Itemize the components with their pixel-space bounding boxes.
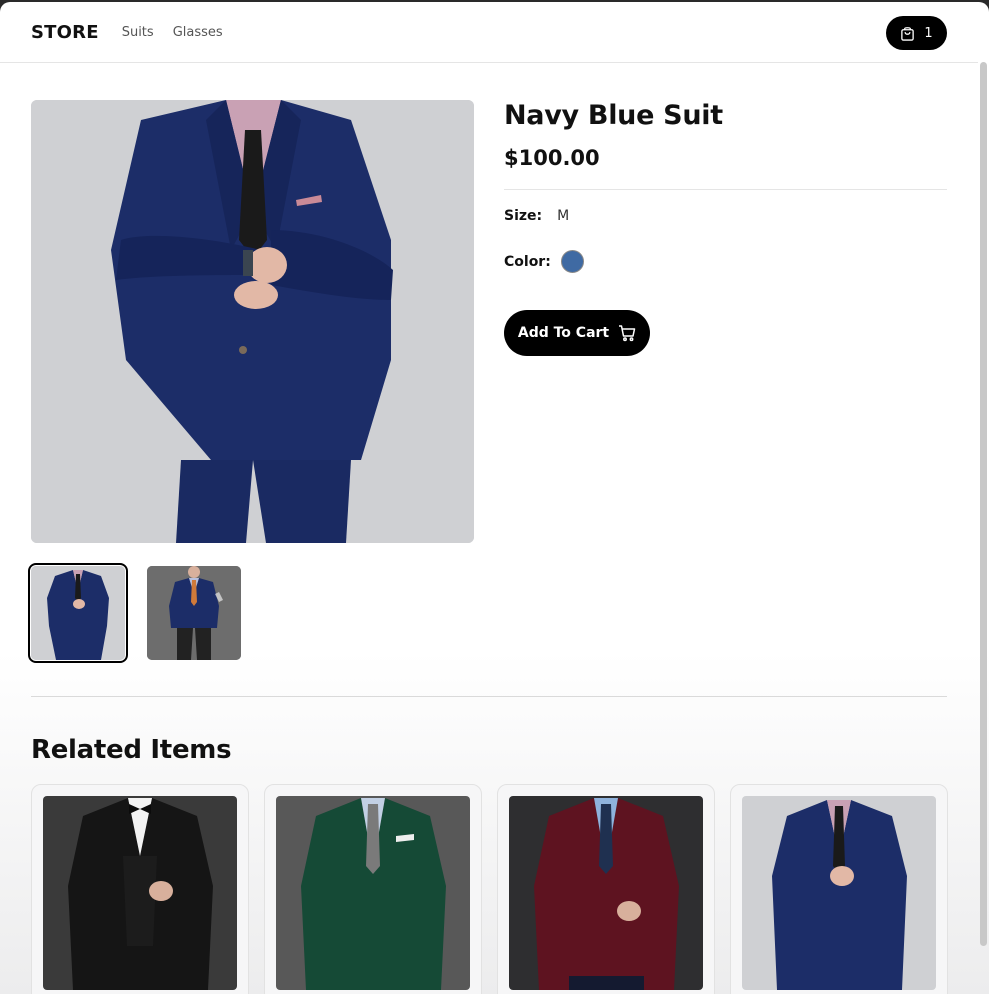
shopping-bag-icon bbox=[900, 26, 915, 41]
color-label: Color: bbox=[504, 253, 551, 270]
details-divider bbox=[504, 189, 947, 190]
related-items-heading: Related Items bbox=[31, 735, 232, 765]
product-title: Navy Blue Suit bbox=[504, 100, 723, 131]
browser-window: STORE Suits Glasses 1 Navy Blue Suit $10… bbox=[0, 2, 989, 994]
related-item-image bbox=[43, 796, 237, 990]
product-main-image bbox=[31, 100, 474, 543]
add-to-cart-label: Add To Cart bbox=[517, 325, 610, 341]
cart-button[interactable]: 1 bbox=[886, 16, 947, 50]
product-thumbnail-2[interactable] bbox=[147, 566, 241, 660]
section-divider bbox=[31, 696, 947, 697]
size-value: M bbox=[557, 208, 570, 224]
scrollbar[interactable] bbox=[980, 62, 987, 946]
store-logo[interactable]: STORE bbox=[31, 22, 99, 43]
cart-count: 1 bbox=[924, 25, 933, 41]
related-item-green-suit[interactable] bbox=[264, 784, 482, 994]
related-item-navy-suit[interactable] bbox=[730, 784, 948, 994]
related-item-burgundy-blazer[interactable] bbox=[497, 784, 715, 994]
color-swatch[interactable] bbox=[560, 250, 584, 273]
top-navbar: STORE Suits Glasses 1 bbox=[0, 2, 978, 63]
related-item-image bbox=[509, 796, 703, 990]
product-thumbnail-1[interactable] bbox=[28, 563, 128, 663]
nav-link-suits[interactable]: Suits bbox=[122, 25, 154, 40]
related-item-black-tuxedo[interactable] bbox=[31, 784, 249, 994]
shopping-cart-icon bbox=[618, 324, 636, 342]
color-row: Color: bbox=[504, 250, 584, 273]
product-price: $100.00 bbox=[504, 146, 600, 170]
size-row: Size: M bbox=[504, 208, 569, 224]
related-item-image bbox=[742, 796, 936, 990]
size-label: Size: bbox=[504, 208, 543, 224]
nav-link-glasses[interactable]: Glasses bbox=[173, 25, 223, 40]
add-to-cart-button[interactable]: Add To Cart bbox=[504, 310, 650, 356]
related-item-image bbox=[276, 796, 470, 990]
